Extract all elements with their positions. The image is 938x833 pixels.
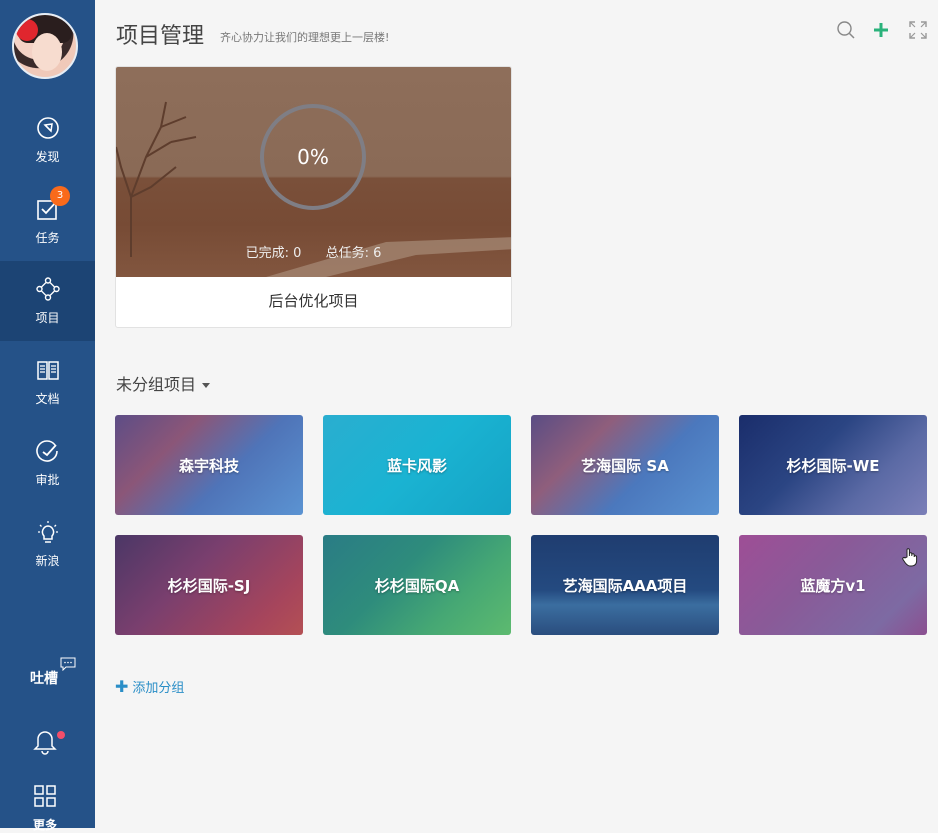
- compass-icon: [36, 116, 60, 140]
- search-icon[interactable]: [836, 20, 856, 40]
- project-tile[interactable]: 蓝魔方v1: [739, 535, 927, 635]
- sidebar-item-sina[interactable]: 新浪: [0, 504, 95, 584]
- plus-icon[interactable]: [871, 20, 891, 40]
- project-tile[interactable]: 杉杉国际QA: [323, 535, 511, 635]
- project-tile-name: 杉杉国际-SJ: [167, 576, 251, 595]
- notification-dot: [57, 731, 65, 739]
- sidebar-item-label: 项目: [35, 310, 60, 325]
- approval-icon: [35, 439, 60, 463]
- task-stats: 已完成: 0 总任务: 6: [116, 242, 511, 261]
- page-subtitle: 齐心协力让我们的理想更上一层楼!: [220, 31, 390, 44]
- project-tile[interactable]: 蓝卡风影: [323, 415, 511, 515]
- project-tile[interactable]: 杉杉国际-SJ: [115, 535, 303, 635]
- project-tile-name: 艺海国际 SA: [581, 456, 669, 475]
- bell-icon[interactable]: [33, 729, 57, 755]
- project-nodes-icon: [35, 276, 60, 301]
- project-cover-image: 0% 已完成: 0 总任务: 6: [116, 67, 511, 277]
- task-count-badge: 3: [50, 186, 70, 206]
- sidebar-item-discover[interactable]: 发现: [0, 100, 95, 180]
- more-label[interactable]: 更多: [33, 816, 57, 833]
- avatar-face: [32, 33, 62, 71]
- lightbulb-icon: [36, 520, 60, 544]
- fullscreen-icon[interactable]: [908, 20, 928, 40]
- sidebar-item-projects[interactable]: 项目: [0, 261, 95, 341]
- sidebar-item-label: 文档: [35, 391, 60, 406]
- page-title: 项目管理: [116, 24, 205, 49]
- sidebar-item-label: 审批: [35, 472, 60, 487]
- sidebar-item-label: 发现: [35, 149, 60, 164]
- project-tile-name: 艺海国际AAA项目: [562, 576, 688, 595]
- add-group-button[interactable]: ✚ 添加分组: [115, 677, 184, 696]
- chat-bubble-icon: [60, 657, 76, 671]
- add-group-label: 添加分组: [132, 681, 185, 696]
- plus-icon: ✚: [115, 677, 129, 696]
- sidebar-item-approval[interactable]: 审批: [0, 423, 95, 503]
- avatar[interactable]: [12, 13, 78, 79]
- feedback-button[interactable]: 吐槽: [30, 668, 58, 688]
- featured-project-card[interactable]: 0% 已完成: 0 总任务: 6 后台优化项目: [115, 66, 512, 328]
- caret-down-icon: [202, 383, 211, 388]
- total-count: 总任务: 6: [325, 246, 382, 261]
- avatar-flower: [16, 19, 38, 41]
- completed-count: 已完成: 0: [245, 246, 302, 261]
- sidebar: 发现 任务 3 项目 文档 审批 新浪 吐槽 更多: [0, 0, 95, 832]
- sidebar-item-tasks[interactable]: 任务: [0, 181, 95, 261]
- group-title: 未分组项目: [116, 375, 197, 394]
- project-tile-name: 蓝卡风影: [386, 456, 447, 475]
- progress-percent: 0%: [297, 145, 329, 169]
- tree-silhouette: [116, 101, 197, 257]
- sidebar-item-label: 新浪: [35, 553, 60, 568]
- project-tile[interactable]: 艺海国际AAA项目: [531, 535, 719, 635]
- hand-cursor-icon: [902, 548, 918, 567]
- book-icon: [36, 358, 60, 382]
- project-tile-name: 杉杉国际QA: [374, 576, 460, 595]
- project-tile[interactable]: 森宇科技: [115, 415, 303, 515]
- grid-icon[interactable]: [33, 784, 57, 808]
- project-tile[interactable]: 艺海国际 SA: [531, 415, 719, 515]
- project-tile-name: 森宇科技: [178, 456, 239, 475]
- project-tile-name: 蓝魔方v1: [800, 576, 866, 595]
- group-dropdown[interactable]: 未分组项目: [116, 371, 211, 395]
- sidebar-item-label: 任务: [35, 230, 60, 245]
- project-tile-name: 杉杉国际-WE: [786, 456, 880, 475]
- featured-project-name: 后台优化项目: [268, 292, 359, 310]
- sidebar-item-docs[interactable]: 文档: [0, 342, 95, 422]
- project-tile[interactable]: 杉杉国际-WE: [739, 415, 927, 515]
